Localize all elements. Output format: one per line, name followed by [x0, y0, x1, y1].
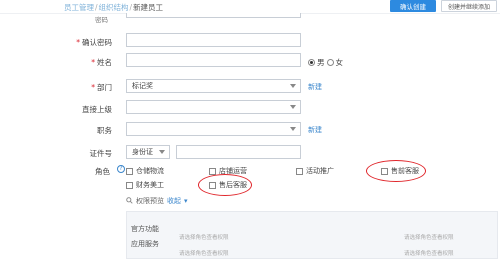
- name-input[interactable]: [126, 53, 301, 67]
- top-bar: 员工管理/组织结构/新建员工 确认创建 创建并继续添加: [0, 0, 500, 14]
- required-marker: *: [76, 38, 80, 47]
- permission-note: 请选择角色查看权限: [404, 235, 454, 241]
- role-option[interactable]: 活动推广: [296, 166, 334, 176]
- role-option-label: 仓储物流: [136, 167, 164, 175]
- chevron-down-icon: [290, 84, 296, 88]
- position-label: 职务: [97, 126, 112, 135]
- gender-male-label: 男: [317, 58, 325, 67]
- role-option-label: 财务美工: [136, 181, 164, 189]
- permission-panel: 官方功能 请选择角色查看权限 请选择角色查看权限 应用服务 请选择角色查看权限 …: [126, 211, 498, 259]
- permission-note: 请选择角色查看权限: [179, 251, 229, 257]
- roles-label: 角色: [95, 167, 110, 176]
- permission-preview-toggle[interactable]: 权限预览 收起 ▾: [126, 196, 188, 206]
- role-option[interactable]: 财务美工: [126, 180, 164, 190]
- confirm-password-label: * 确认密码: [76, 38, 112, 47]
- create-and-continue-button[interactable]: 创建并继续添加: [441, 0, 497, 12]
- role-option[interactable]: 店铺运营: [209, 166, 247, 176]
- search-icon: [126, 196, 133, 206]
- collapse-link[interactable]: 收起: [167, 196, 181, 206]
- chevron-up-icon: ▾: [184, 197, 188, 205]
- position-select[interactable]: [126, 122, 301, 136]
- role-option-label: 售后客服: [219, 181, 247, 189]
- chevron-down-icon: [290, 105, 296, 109]
- department-value: 标记奖: [132, 82, 153, 90]
- id-type-value: 身份证: [132, 148, 153, 156]
- chevron-down-icon: [290, 127, 296, 131]
- password-input[interactable]: [126, 13, 301, 18]
- breadcrumb-employee-management[interactable]: 员工管理: [64, 3, 94, 12]
- breadcrumb-org-structure[interactable]: 组织结构: [99, 3, 129, 12]
- checkbox[interactable]: [209, 167, 216, 175]
- permission-item-apps: 应用服务: [131, 240, 159, 248]
- id-number-label: 证件号: [89, 149, 113, 158]
- gender-female-label: 女: [335, 58, 344, 67]
- breadcrumb-separator: /: [129, 3, 133, 12]
- role-option-label: 店铺运营: [219, 167, 247, 175]
- confirm-password-input[interactable]: [126, 33, 301, 47]
- gender-male-radio[interactable]: [308, 59, 315, 66]
- supervisor-select[interactable]: [126, 100, 301, 114]
- checkbox[interactable]: [381, 167, 388, 175]
- breadcrumb-separator: /: [95, 3, 98, 12]
- permission-item-official: 官方功能: [131, 225, 159, 233]
- checkbox[interactable]: [126, 181, 133, 189]
- breadcrumb: 员工管理/组织结构/新建员工: [64, 2, 163, 13]
- role-option-label: 活动推广: [306, 167, 334, 175]
- chevron-down-icon: [159, 150, 165, 154]
- role-option[interactable]: 售前客服: [381, 166, 419, 176]
- name-label: * 姓名: [91, 58, 112, 67]
- role-option[interactable]: 仓储物流: [126, 166, 164, 176]
- permission-preview-label: 权限预览: [136, 197, 164, 205]
- department-new-link[interactable]: 新建: [308, 82, 322, 92]
- id-type-select[interactable]: 身份证: [126, 145, 170, 159]
- position-new-link[interactable]: 新建: [308, 125, 322, 135]
- password-label: 密码: [95, 16, 108, 24]
- role-option-label: 售前客服: [391, 167, 419, 175]
- required-marker: *: [91, 58, 95, 67]
- confirm-create-button[interactable]: 确认创建: [390, 0, 436, 12]
- permission-note: 请选择角色查看权限: [179, 235, 229, 241]
- gender-radio-group: 男 女: [308, 57, 343, 68]
- checkbox[interactable]: [209, 181, 216, 189]
- role-option[interactable]: 售后客服: [209, 180, 247, 190]
- checkbox[interactable]: [126, 167, 133, 175]
- gender-female-radio[interactable]: [326, 59, 334, 66]
- permission-note: 请选择角色查看权限: [404, 251, 454, 257]
- department-select[interactable]: 标记奖: [126, 79, 301, 93]
- help-icon[interactable]: ?: [117, 165, 125, 173]
- id-number-input[interactable]: [176, 145, 301, 159]
- department-label: * 部门: [91, 83, 112, 92]
- breadcrumb-current: 新建员工: [133, 3, 164, 12]
- supervisor-label: 直接上级: [82, 105, 112, 114]
- checkbox[interactable]: [296, 167, 303, 175]
- required-marker: *: [91, 83, 95, 92]
